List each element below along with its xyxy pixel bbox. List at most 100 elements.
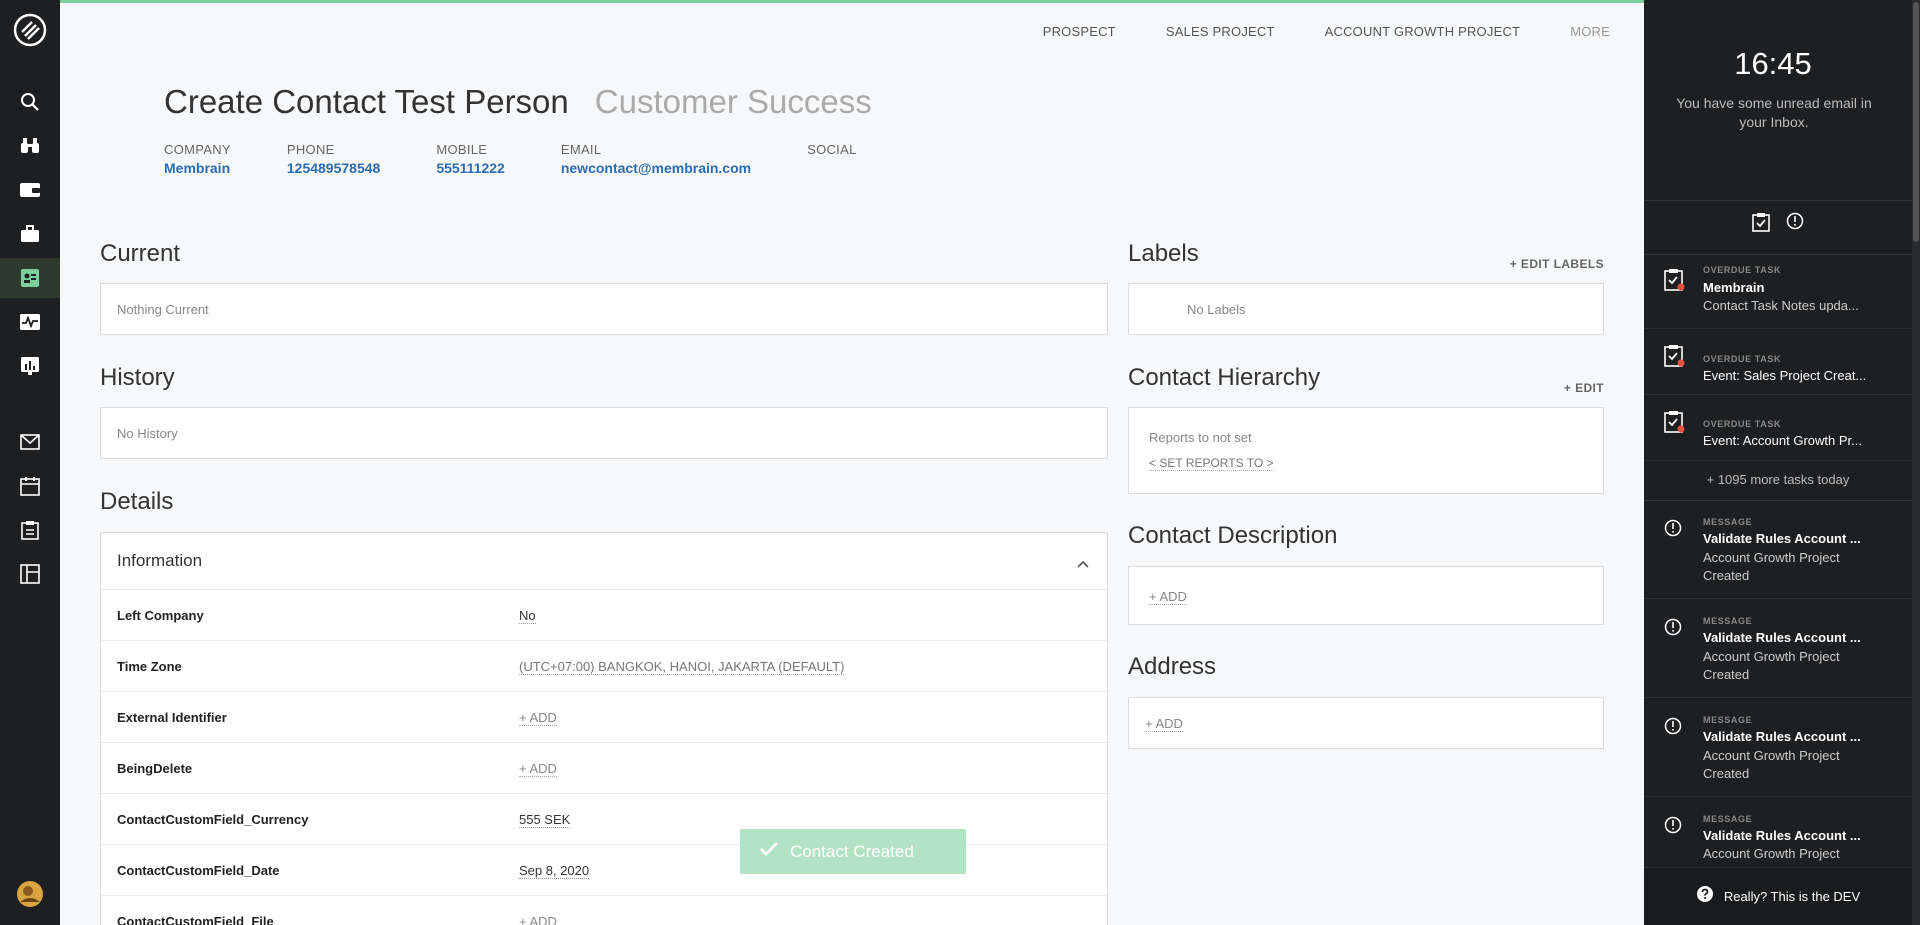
- contact-role: Customer Success: [594, 83, 872, 120]
- divider: [1644, 200, 1912, 201]
- task-item[interactable]: OVERDUE TASK Membrain Contact Task Notes…: [1644, 255, 1912, 329]
- detail-value[interactable]: (UTC+07:00) BANGKOK, HANOI, JAKARTA (DEF…: [519, 659, 845, 675]
- mobile-link[interactable]: 555111222: [436, 160, 505, 176]
- task-filter-icon[interactable]: [1752, 212, 1770, 237]
- top-nav-account-growth-project[interactable]: ACCOUNT GROWTH PROJECT: [1325, 24, 1521, 39]
- left-nav: [0, 0, 60, 925]
- info-icon: [1664, 717, 1682, 740]
- message-item[interactable]: MESSAGE Validate Rules Account ... Accou…: [1644, 501, 1912, 599]
- reports-icon[interactable]: [0, 346, 60, 386]
- detail-row-being-delete: BeingDelete + ADD: [101, 743, 1107, 794]
- info-icon: [1664, 816, 1682, 839]
- phone-link[interactable]: 125489578548: [287, 160, 380, 176]
- task-text: Event: Account Growth Pr...: [1703, 433, 1862, 448]
- message-item[interactable]: MESSAGE Validate Rules Account ... Accou…: [1644, 699, 1912, 797]
- detail-key: ContactCustomField_File: [117, 914, 274, 925]
- detail-key: ContactCustomField_Date: [117, 863, 280, 878]
- description-box: + ADD: [1128, 566, 1604, 625]
- scrollbar-thumb[interactable]: [1913, 2, 1919, 242]
- message-text: Account Growth Project Created: [1703, 550, 1840, 583]
- message-item[interactable]: MESSAGE Validate Rules Account ... Accou…: [1644, 600, 1912, 698]
- top-nav-more[interactable]: MORE: [1570, 24, 1610, 39]
- information-title: Information: [117, 551, 203, 570]
- message-category: MESSAGE: [1703, 814, 1753, 824]
- detail-row-left-company: Left Company No: [101, 590, 1107, 641]
- history-title: History: [100, 364, 175, 391]
- message-text: Account Growth Project Created: [1703, 649, 1840, 682]
- edit-hierarchy-button[interactable]: + EDIT: [1564, 381, 1604, 395]
- detail-key: Time Zone: [117, 659, 182, 674]
- set-reports-to-button[interactable]: < SET REPORTS TO >: [1149, 456, 1274, 471]
- detail-row-file: ContactCustomField_File + ADD: [101, 896, 1107, 925]
- current-empty: Nothing Current: [117, 302, 209, 317]
- detail-key: Left Company: [117, 608, 204, 623]
- wallet-icon[interactable]: [0, 170, 60, 210]
- edit-labels-button[interactable]: + EDIT LABELS: [1510, 257, 1604, 271]
- activity-icon[interactable]: [0, 302, 60, 342]
- message-title: Validate Rules Account ...: [1703, 729, 1861, 744]
- more-tasks-link[interactable]: + 1095 more tasks today: [1644, 472, 1912, 487]
- task-text: Contact Task Notes upda...: [1703, 298, 1859, 313]
- email-label: EMAIL: [560, 142, 602, 157]
- email-link[interactable]: newcontact@membrain.com: [561, 160, 751, 176]
- contact-meta: COMPANY Membrain PHONE 125489578548 MOBI…: [164, 142, 913, 176]
- message-category: MESSAGE: [1703, 616, 1753, 626]
- top-nav-sales-project[interactable]: SALES PROJECT: [1166, 24, 1275, 39]
- task-item[interactable]: OVERDUE TASK Event: Sales Project Creat.…: [1644, 330, 1912, 395]
- panel-scrollbar[interactable]: [1912, 0, 1920, 925]
- chevron-up-icon[interactable]: [1077, 555, 1089, 573]
- hierarchy-box: Reports to not set < SET REPORTS TO >: [1128, 407, 1604, 494]
- detail-value[interactable]: No: [519, 608, 536, 624]
- labels-title: Labels: [1128, 240, 1199, 267]
- add-description-button[interactable]: + ADD: [1149, 589, 1187, 605]
- mobile-label: MOBILE: [436, 142, 488, 157]
- address-title: Address: [1128, 653, 1217, 680]
- detail-key: External Identifier: [117, 710, 227, 725]
- briefcase-icon[interactable]: [0, 214, 60, 254]
- search-icon[interactable]: [0, 82, 60, 122]
- task-category: OVERDUE TASK: [1703, 354, 1782, 364]
- detail-value[interactable]: Sep 8, 2020: [519, 863, 590, 879]
- add-button[interactable]: + ADD: [519, 914, 557, 925]
- top-nav-prospect[interactable]: PROSPECT: [1043, 24, 1116, 39]
- info-icon: [1664, 519, 1682, 542]
- overdue-task-icon: [1664, 268, 1686, 297]
- information-header[interactable]: Information: [101, 533, 1107, 590]
- avatar[interactable]: [0, 874, 60, 914]
- toast-message: Contact Created: [790, 841, 914, 861]
- contacts-icon[interactable]: [0, 258, 60, 298]
- message-item[interactable]: MESSAGE Validate Rules Account ... Accou…: [1644, 798, 1912, 868]
- dashboard-icon[interactable]: [0, 554, 60, 594]
- calendar-icon[interactable]: [0, 466, 60, 506]
- current-box: Nothing Current: [100, 283, 1108, 335]
- help-icon: [1696, 885, 1714, 908]
- footer-text: Really? This is the DEV: [1723, 889, 1861, 904]
- task-text: Event: Sales Project Creat...: [1703, 368, 1867, 383]
- dev-footer[interactable]: Really? This is the DEV: [1644, 867, 1912, 925]
- mail-icon[interactable]: [0, 422, 60, 462]
- add-button[interactable]: + ADD: [519, 761, 557, 777]
- add-address-button[interactable]: + ADD: [1145, 716, 1183, 732]
- detail-key: ContactCustomField_Currency: [117, 812, 309, 827]
- clipboard-icon[interactable]: [0, 510, 60, 550]
- detail-row-external-identifier: External Identifier + ADD: [101, 692, 1107, 743]
- logo-icon[interactable]: [0, 10, 60, 50]
- page-title: Create Contact Test Person Customer Succ…: [164, 83, 872, 121]
- message-title: Validate Rules Account ...: [1703, 828, 1861, 843]
- detail-value[interactable]: 555 SEK: [519, 812, 571, 828]
- add-button[interactable]: + ADD: [519, 710, 557, 726]
- contact-name: Create Contact Test Person: [164, 83, 569, 120]
- overdue-task-icon: [1664, 410, 1686, 439]
- unread-email-notice[interactable]: You have some unread email in your Inbox…: [1674, 94, 1874, 132]
- info-filter-icon[interactable]: [1786, 212, 1804, 237]
- social-label: SOCIAL: [807, 142, 857, 157]
- history-box: No History: [100, 407, 1108, 459]
- task-item[interactable]: OVERDUE TASK Event: Account Growth Pr...: [1644, 396, 1912, 461]
- panel-filter-icons: [1644, 212, 1912, 237]
- company-link[interactable]: Membrain: [164, 160, 231, 176]
- phone-label: PHONE: [286, 142, 335, 157]
- binoculars-icon[interactable]: [0, 126, 60, 166]
- detail-key: BeingDelete: [117, 761, 193, 776]
- right-panel: 16:45 You have some unread email in your…: [1644, 0, 1920, 925]
- task-title: Membrain: [1703, 280, 1765, 295]
